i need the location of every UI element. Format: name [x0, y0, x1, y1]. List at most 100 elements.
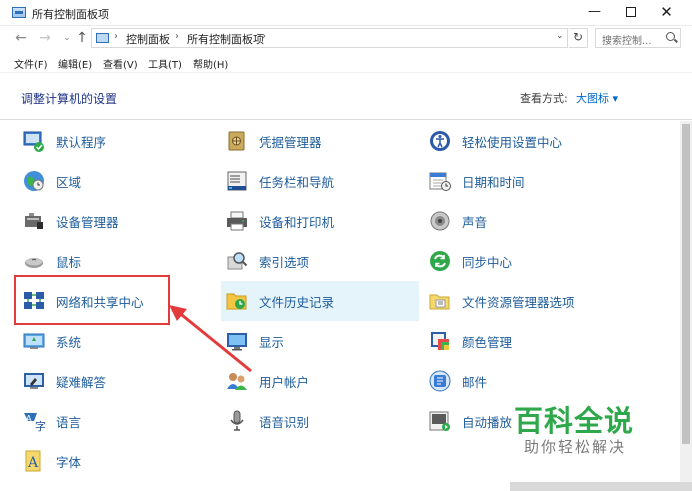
item-sound[interactable]: 声音 — [424, 201, 654, 241]
content-header: 调整计算机的设置 查看方式: 大图标 ▾ — [0, 74, 692, 120]
item-region[interactable]: 区域 — [18, 161, 218, 201]
item-label: 日期和时间 — [462, 175, 525, 190]
language-icon: 字A — [24, 413, 46, 433]
mail-icon — [429, 370, 451, 392]
item-file-explorer-options[interactable]: 文件资源管理器选项 — [424, 281, 654, 321]
mouse-icon — [25, 258, 43, 268]
search-icon — [666, 32, 675, 41]
breadcrumb-all-items[interactable]: 所有控制面板项 — [187, 31, 264, 47]
item-label: 邮件 — [462, 375, 488, 390]
item-ease-of-access[interactable]: 轻松使用设置中心 — [424, 121, 654, 161]
item-date-time[interactable]: 日期和时间 — [424, 161, 654, 201]
autoplay-icon — [429, 411, 450, 431]
watermark-subtitle: 助你轻松解决 — [524, 438, 627, 456]
troubleshooting-icon — [24, 373, 44, 389]
item-devices-printers[interactable]: 设备和打印机 — [221, 201, 419, 241]
item-label: 设备管理器 — [56, 215, 119, 230]
back-button[interactable]: ← — [12, 30, 30, 46]
address-dropdown-icon[interactable]: ⌄ — [556, 31, 564, 41]
watermark-title: 百科全说 — [514, 404, 635, 438]
item-speech-recognition[interactable]: 语音识别 — [221, 401, 419, 441]
view-by-label: 查看方式: — [520, 92, 568, 105]
svg-text:字: 字 — [35, 419, 46, 433]
item-label: 区域 — [56, 175, 82, 190]
watermark: 百科全说 助你轻松解决 — [506, 394, 656, 464]
menu-file[interactable]: 文件(F) — [14, 56, 48, 71]
printer-icon — [227, 211, 247, 231]
annotation-highlight-box — [14, 275, 170, 325]
minimize-button[interactable]: — — [576, 0, 613, 26]
item-label: 声音 — [462, 215, 488, 230]
up-button[interactable]: ↑ — [73, 30, 91, 46]
control-panel-icon — [12, 7, 26, 18]
menu-bar: 文件(F) 编辑(E) 查看(V) 工具(T) 帮助(H) — [0, 53, 692, 73]
item-label: 字体 — [56, 455, 82, 470]
device-manager-icon — [25, 213, 43, 229]
item-default-programs[interactable]: 默认程序 — [18, 121, 218, 161]
window-title: 所有控制面板项 — [32, 8, 109, 21]
item-fonts[interactable]: A 字体 — [18, 441, 218, 481]
menu-tools[interactable]: 工具(T) — [148, 56, 182, 71]
globe-clock-icon — [24, 171, 44, 191]
title-bar: 所有控制面板项 — ✕ — [0, 0, 692, 26]
item-label: 语音识别 — [259, 415, 310, 430]
page-title: 调整计算机的设置 — [21, 92, 118, 106]
item-label: 语言 — [56, 415, 82, 430]
color-management-icon — [431, 332, 449, 350]
item-label: 同步中心 — [462, 255, 513, 270]
scrollbar-thumb[interactable] — [682, 124, 690, 444]
item-sync-center[interactable]: 同步中心 — [424, 241, 654, 281]
item-credential-manager[interactable]: 凭据管理器 — [221, 121, 419, 161]
control-panel-icon — [96, 33, 109, 43]
item-label: 系统 — [56, 335, 82, 350]
item-label: 文件历史记录 — [259, 295, 335, 310]
search-input[interactable]: 搜索控制... — [595, 28, 681, 48]
forward-button[interactable]: → — [36, 30, 54, 46]
sync-icon — [430, 251, 450, 271]
item-label: 轻松使用设置中心 — [462, 135, 563, 150]
item-label: 显示 — [259, 335, 285, 350]
folder-options-icon — [429, 294, 450, 310]
item-taskbar-navigation[interactable]: 任务栏和导航 — [221, 161, 419, 201]
ease-of-access-icon — [430, 131, 450, 151]
close-button[interactable]: ✕ — [648, 0, 685, 26]
calendar-clock-icon — [429, 172, 451, 191]
svg-text:A: A — [26, 414, 32, 423]
item-label: 鼠标 — [56, 255, 82, 270]
item-label: 颜色管理 — [462, 335, 513, 350]
system-icon — [23, 333, 45, 349]
taskbar-icon — [227, 171, 247, 191]
item-device-manager[interactable]: 设备管理器 — [18, 201, 218, 241]
item-label: 用户帐户 — [259, 375, 310, 390]
navigation-bar: ← → ⌄ ↑ › 控制面板 › 所有控制面板项 › ⌄ ↻ 搜索控制... — [0, 27, 692, 51]
credential-vault-icon — [228, 131, 245, 151]
item-indexing-options[interactable]: 索引选项 — [221, 241, 419, 281]
view-by-dropdown[interactable]: 大图标 ▾ — [576, 90, 618, 106]
breadcrumb-separator[interactable]: › — [175, 31, 179, 42]
item-language[interactable]: 字A 语言 — [18, 401, 218, 441]
microphone-icon — [230, 410, 244, 431]
item-label: 凭据管理器 — [259, 135, 322, 150]
breadcrumb-separator[interactable]: › — [114, 31, 118, 42]
address-bar[interactable]: › 控制面板 › 所有控制面板项 › ⌄ — [91, 28, 568, 48]
menu-edit[interactable]: 编辑(E) — [58, 56, 92, 71]
svg-text:A: A — [27, 455, 39, 471]
item-label: 默认程序 — [56, 135, 107, 150]
breadcrumb-separator[interactable]: › — [262, 31, 266, 42]
maximize-icon — [625, 6, 636, 17]
menu-view[interactable]: 查看(V) — [103, 56, 138, 71]
item-label: 索引选项 — [259, 255, 310, 270]
item-label: 自动播放 — [462, 415, 513, 430]
breadcrumb-control-panel[interactable]: 控制面板 — [126, 31, 170, 47]
item-label: 任务栏和导航 — [259, 175, 335, 190]
item-label: 文件资源管理器选项 — [462, 295, 575, 310]
maximize-button[interactable] — [612, 0, 649, 26]
item-color-management[interactable]: 颜色管理 — [424, 321, 654, 361]
item-label: 疑难解答 — [56, 375, 107, 390]
fonts-icon: A — [25, 450, 41, 472]
refresh-button[interactable]: ↻ — [569, 28, 588, 48]
search-placeholder: 搜索控制... — [602, 36, 652, 47]
taskbar-fragment — [510, 482, 692, 491]
menu-help[interactable]: 帮助(H) — [193, 56, 228, 71]
item-label: 设备和打印机 — [259, 215, 335, 230]
